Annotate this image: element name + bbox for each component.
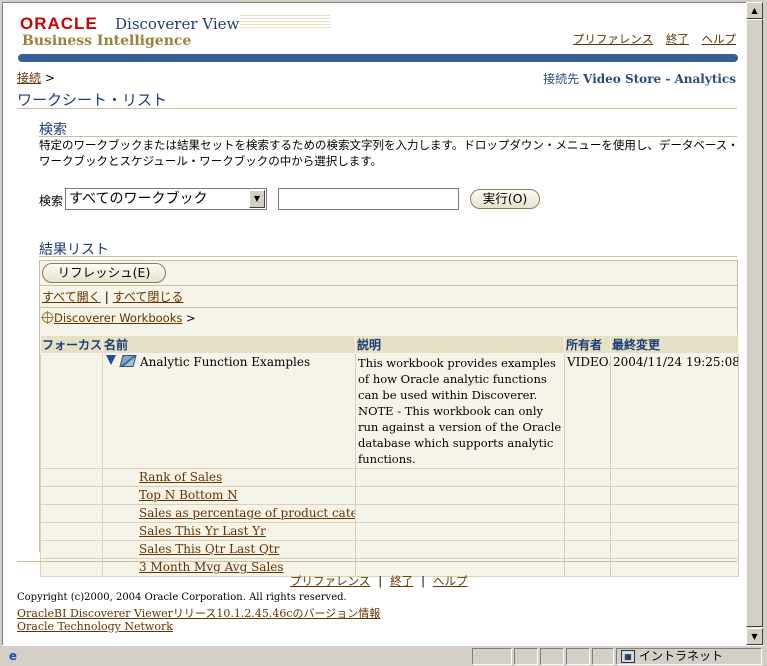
table-header-row: フォーカス 名前 説明 所有者 最終変更 — [40, 335, 739, 354]
results-table: フォーカス 名前 説明 所有者 最終変更 Analytic Function E… — [40, 335, 739, 577]
status-cell — [566, 648, 590, 665]
status-bar: e ▦ イントラネット — [2, 645, 764, 666]
global-links: プリファレンス 終了 ヘルプ — [564, 31, 736, 47]
column-header-owner[interactable]: 所有者 — [564, 335, 611, 354]
expand-collapse-links: すべて開く | すべて閉じる — [42, 290, 184, 304]
search-label: 検索 — [39, 194, 64, 208]
otn-link[interactable]: Oracle Technology Network — [17, 620, 173, 633]
column-header-description[interactable]: 説明 — [355, 335, 565, 354]
focus-crumb-separator: > — [186, 311, 196, 325]
footer-help-link[interactable]: ヘルプ — [433, 574, 468, 588]
header-bar — [18, 54, 738, 62]
search-input[interactable] — [278, 188, 459, 210]
security-zone: ▦ イントラネット — [616, 648, 762, 665]
worksheet-link[interactable]: Sales This Yr Last Yr — [139, 524, 266, 538]
breadcrumb: 接続 > — [17, 69, 55, 86]
connection-value: Video Store - Analytics — [583, 72, 736, 86]
scrollbar-thumb[interactable] — [746, 19, 763, 627]
workbook-owner: VIDEO5 — [564, 353, 611, 469]
status-cell — [472, 648, 512, 665]
zone-label: イントラネット — [639, 649, 724, 663]
worksheet-link[interactable]: Top N Bottom N — [139, 488, 238, 502]
intranet-icon: ▦ — [621, 650, 635, 663]
product-name: Discoverer Viewer — [115, 15, 256, 33]
breadcrumb-separator: > — [44, 71, 55, 85]
results-divider — [40, 285, 737, 286]
exit-link[interactable]: 終了 — [666, 32, 689, 46]
status-cell — [540, 648, 564, 665]
table-row: Sales as percentage of product category — [40, 504, 739, 523]
table-row: Top N Bottom N — [40, 486, 739, 505]
oracle-logo: ORACLE — [20, 14, 98, 33]
scroll-down-icon[interactable]: ▼ — [746, 628, 763, 645]
table-row: Sales This Yr Last Yr — [40, 522, 739, 541]
breadcrumb-connect-link[interactable]: 接続 — [17, 71, 41, 85]
page-icon: e — [8, 649, 18, 663]
help-link[interactable]: ヘルプ — [702, 32, 737, 46]
browser-viewport: ORACLE Discoverer Viewer Business Intell… — [2, 2, 746, 645]
version-info-link[interactable]: OracleBI Discoverer Viewerリリース10.1.2.45.… — [17, 605, 380, 621]
title-divider — [17, 108, 737, 109]
worksheet-link[interactable]: Rank of Sales — [139, 470, 222, 484]
collapse-all-link[interactable]: すべて閉じる — [113, 290, 184, 304]
discoverer-workbooks-link[interactable]: Discoverer Workbooks — [54, 311, 182, 325]
focus-crosshair-icon[interactable] — [41, 311, 54, 324]
search-scope-select[interactable]: すべてのワークブック ▼ — [65, 188, 267, 210]
status-cell — [514, 648, 538, 665]
search-description: 特定のワークブックまたは結果セットを検索するための検索文字列を入力します。ドロッ… — [39, 138, 739, 168]
workbook-name: Analytic Function Examples — [140, 355, 311, 369]
footer-preferences-link[interactable]: プリファレンス — [290, 574, 370, 588]
worksheet-link[interactable]: 3 Month Mvg Avg Sales — [139, 560, 284, 574]
go-button[interactable]: 実行(O) — [470, 189, 540, 209]
workbook-modified: 2004/11/24 19:25:08 JST — [610, 353, 739, 469]
results-divider — [40, 307, 737, 308]
column-header-focus[interactable]: フォーカス — [40, 335, 103, 354]
refresh-button[interactable]: リフレッシュ(E) — [42, 263, 166, 283]
vertical-scrollbar[interactable]: ▲ ▼ — [746, 2, 763, 645]
table-row: Rank of Sales — [40, 468, 739, 487]
footer-links: プリファレンス | 終了 | ヘルプ — [290, 574, 468, 588]
focus-breadcrumb: Discoverer Workbooks > — [41, 311, 196, 325]
scroll-up-icon[interactable]: ▲ — [746, 2, 763, 19]
worksheet-link[interactable]: Sales This Qtr Last Qtr — [139, 542, 279, 556]
connection-label: 接続先 — [543, 72, 580, 86]
footer-divider — [17, 561, 737, 562]
expand-all-link[interactable]: すべて開く — [42, 290, 101, 304]
copyright-text: Copyright (c)2000, 2004 Oracle Corporati… — [17, 592, 347, 603]
status-cell — [592, 648, 614, 665]
workbook-row: Analytic Function Examples This workbook… — [40, 353, 739, 469]
workbook-name-cell: Analytic Function Examples — [102, 353, 356, 469]
column-header-name[interactable]: 名前 — [102, 335, 356, 354]
focus-cell — [40, 353, 103, 469]
results-panel: リフレッシュ(E) すべて開く | すべて閉じる Discoverer Workbo… — [39, 260, 739, 577]
column-header-modified[interactable]: 最終変更 — [610, 335, 739, 354]
workbook-description: This workbook provides examples of how O… — [355, 353, 565, 469]
bi-label: Business Intelligence — [22, 33, 192, 49]
table-row: Sales This Qtr Last Qtr — [40, 540, 739, 559]
connection-info: 接続先 Video Store - Analytics — [543, 70, 736, 87]
search-scope-value: すべてのワークブック — [69, 191, 208, 207]
footer-exit-link[interactable]: 終了 — [390, 574, 413, 588]
collapse-triangle-icon[interactable] — [106, 355, 116, 365]
results-section-divider — [39, 256, 737, 257]
worksheet-link[interactable]: Sales as percentage of product category — [139, 506, 355, 520]
chevron-down-icon[interactable]: ▼ — [249, 190, 265, 208]
page-title: ワークシート・リスト — [17, 91, 168, 109]
preferences-link[interactable]: プリファレンス — [573, 32, 653, 46]
header-decoration — [240, 15, 330, 29]
workbook-icon — [119, 355, 137, 367]
